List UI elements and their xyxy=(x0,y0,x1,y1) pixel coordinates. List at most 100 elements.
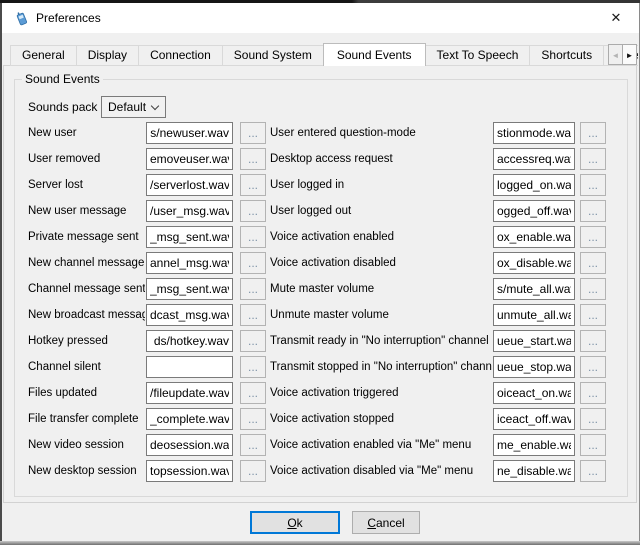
sound-event-label: Transmit stopped in "No interruption" ch… xyxy=(270,356,492,378)
sound-event-label: Private message sent xyxy=(28,226,145,248)
sound-event-label: Voice activation enabled xyxy=(270,226,492,248)
sound-event-label: Transmit ready in "No interruption" chan… xyxy=(270,330,492,352)
ok-button[interactable]: Ok xyxy=(250,511,340,534)
sound-file-input[interactable] xyxy=(493,200,575,222)
browse-button[interactable]: ... xyxy=(580,304,606,326)
sound-file-input[interactable] xyxy=(146,252,233,274)
preferences-dialog: Preferences ✕ GeneralDisplayConnectionSo… xyxy=(0,0,640,545)
sound-file-input[interactable] xyxy=(146,408,233,430)
sound-file-input[interactable] xyxy=(493,304,575,326)
sound-event-label: Mute master volume xyxy=(270,278,492,300)
sound-file-input[interactable] xyxy=(146,330,233,352)
cancel-button[interactable]: Cancel xyxy=(352,511,420,534)
sound-event-label: Hotkey pressed xyxy=(28,330,145,352)
browse-button[interactable]: ... xyxy=(580,382,606,404)
sound-event-label: Files updated xyxy=(28,382,145,404)
tab-display[interactable]: Display xyxy=(76,45,139,66)
sound-event-label: New desktop session xyxy=(28,460,145,482)
browse-button[interactable]: ... xyxy=(580,174,606,196)
browse-button[interactable]: ... xyxy=(580,122,606,144)
sound-file-input[interactable] xyxy=(146,460,233,482)
sound-event-label: New channel message xyxy=(28,252,145,274)
browse-button[interactable]: ... xyxy=(240,174,266,196)
browse-button[interactable]: ... xyxy=(240,226,266,248)
sound-file-input[interactable] xyxy=(493,252,575,274)
browse-button[interactable]: ... xyxy=(240,278,266,300)
sound-file-input[interactable] xyxy=(146,148,233,170)
sound-file-input[interactable] xyxy=(146,382,233,404)
sounds-pack-value: Default xyxy=(108,97,146,117)
sound-file-input[interactable] xyxy=(493,148,575,170)
tab-connection[interactable]: Connection xyxy=(138,45,223,66)
sound-event-label: Voice activation triggered xyxy=(270,382,492,404)
sound-file-input[interactable] xyxy=(493,278,575,300)
tab-scroll-right-button[interactable]: ► xyxy=(622,44,637,65)
sound-file-input[interactable] xyxy=(493,174,575,196)
tab-scroll-left-button[interactable]: ◄ xyxy=(608,44,623,65)
group-label: Sound Events xyxy=(22,72,103,86)
sound-file-input[interactable] xyxy=(146,304,233,326)
browse-button[interactable]: ... xyxy=(240,408,266,430)
sound-file-input[interactable] xyxy=(146,200,233,222)
browse-button[interactable]: ... xyxy=(240,148,266,170)
browse-button[interactable]: ... xyxy=(240,200,266,222)
sound-file-input[interactable] xyxy=(146,278,233,300)
sound-event-label: User logged out xyxy=(270,200,492,222)
browse-button[interactable]: ... xyxy=(240,434,266,456)
tab-general[interactable]: General xyxy=(10,45,77,66)
tab-sound-system[interactable]: Sound System xyxy=(222,45,324,66)
browse-button[interactable]: ... xyxy=(580,434,606,456)
sound-file-input[interactable] xyxy=(493,460,575,482)
sounds-pack-select[interactable]: Default xyxy=(101,96,166,118)
browse-button[interactable]: ... xyxy=(580,148,606,170)
tab-shortcuts[interactable]: Shortcuts xyxy=(529,45,604,66)
sound-file-input[interactable] xyxy=(493,382,575,404)
sounds-pack-label: Sounds pack xyxy=(28,96,97,118)
sound-file-input[interactable] xyxy=(493,356,575,378)
sound-file-input[interactable] xyxy=(493,122,575,144)
sound-file-input[interactable] xyxy=(493,408,575,430)
sound-event-label: Unmute master volume xyxy=(270,304,492,326)
browse-button[interactable]: ... xyxy=(240,382,266,404)
browse-button[interactable]: ... xyxy=(240,460,266,482)
sound-event-label: User entered question-mode xyxy=(270,122,492,144)
browse-button[interactable]: ... xyxy=(580,226,606,248)
browse-button[interactable]: ... xyxy=(240,122,266,144)
sound-file-input[interactable] xyxy=(493,226,575,248)
close-button[interactable]: ✕ xyxy=(593,3,639,33)
tab-text-to-speech[interactable]: Text To Speech xyxy=(425,45,531,66)
browse-button[interactable]: ... xyxy=(580,200,606,222)
sound-event-label: Desktop access request xyxy=(270,148,492,170)
sound-file-input[interactable] xyxy=(146,174,233,196)
tab-bar: GeneralDisplayConnectionSound SystemSoun… xyxy=(10,43,638,66)
browse-button[interactable]: ... xyxy=(580,460,606,482)
sound-event-label: Voice activation stopped xyxy=(270,408,492,430)
sound-event-label: Server lost xyxy=(28,174,145,196)
browse-button[interactable]: ... xyxy=(240,252,266,274)
arrow-left-icon: ◄ xyxy=(612,51,620,60)
app-icon xyxy=(14,11,29,26)
sound-file-input[interactable] xyxy=(146,434,233,456)
browse-button[interactable]: ... xyxy=(240,356,266,378)
sound-event-label: Voice activation enabled via "Me" menu xyxy=(270,434,492,456)
browse-button[interactable]: ... xyxy=(240,330,266,352)
sound-file-input[interactable] xyxy=(493,330,575,352)
browse-button[interactable]: ... xyxy=(580,252,606,274)
sound-event-label: User removed xyxy=(28,148,145,170)
browse-button[interactable]: ... xyxy=(580,408,606,430)
sound-file-input[interactable] xyxy=(146,226,233,248)
browse-button[interactable]: ... xyxy=(240,304,266,326)
sound-file-input[interactable] xyxy=(493,434,575,456)
title-bar[interactable]: Preferences ✕ xyxy=(2,3,639,33)
sound-file-input[interactable] xyxy=(146,356,233,378)
browse-button[interactable]: ... xyxy=(580,356,606,378)
sound-event-label: User logged in xyxy=(270,174,492,196)
sound-file-input[interactable] xyxy=(146,122,233,144)
sound-event-label: Voice activation disabled via "Me" menu xyxy=(270,460,492,482)
browse-button[interactable]: ... xyxy=(580,278,606,300)
tab-sound-events[interactable]: Sound Events xyxy=(323,43,426,66)
window-bottom-edge xyxy=(0,541,640,545)
close-icon: ✕ xyxy=(611,10,622,25)
browse-button[interactable]: ... xyxy=(580,330,606,352)
sound-event-label: New user xyxy=(28,122,145,144)
